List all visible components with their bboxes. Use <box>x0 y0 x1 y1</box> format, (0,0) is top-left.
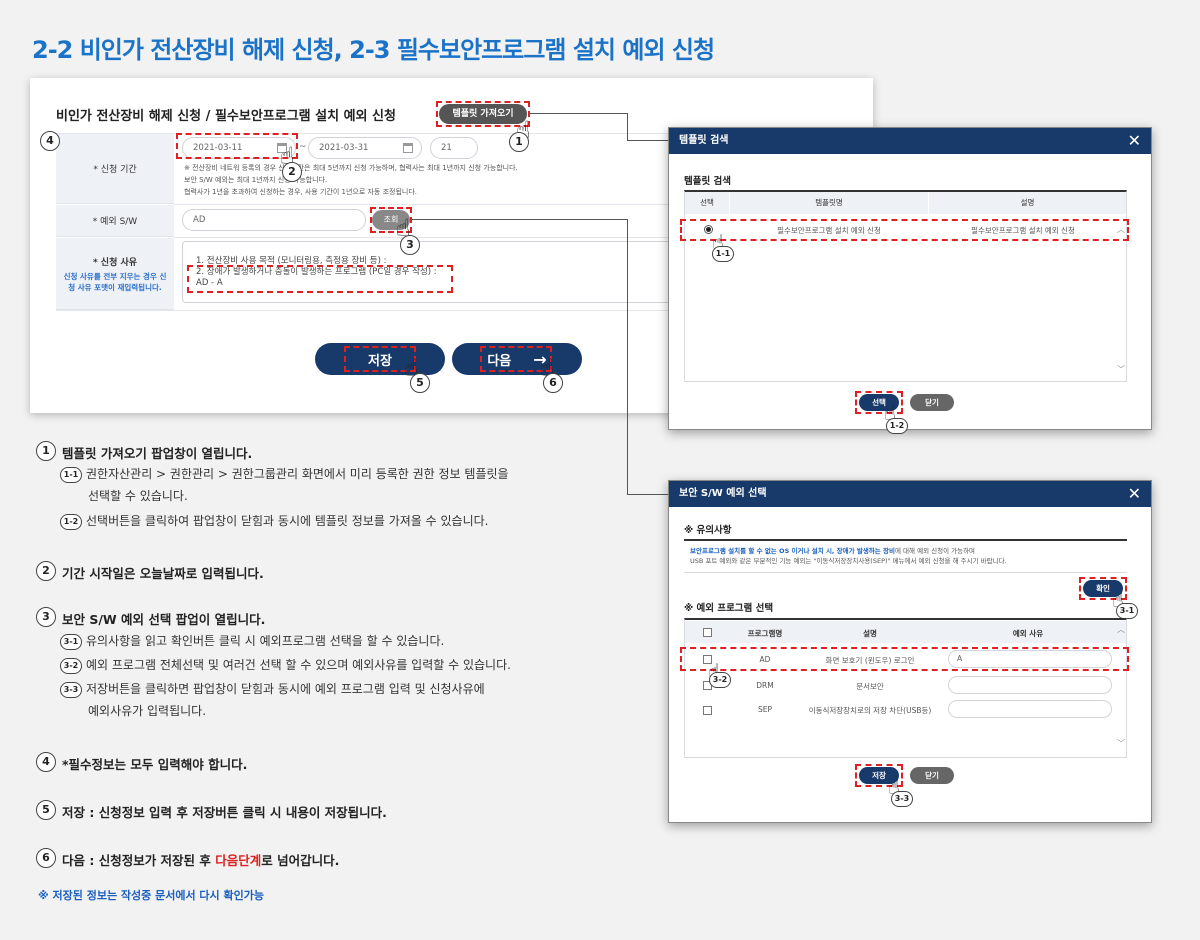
period-note: ※ 전산장비 네트워 등록의 경우 신청기간은 최대 5년까지 신청 가능하며,… <box>184 164 518 196</box>
program-row-desc: 문서보안 <box>856 682 884 691</box>
program-close-button[interactable]: 닫기 <box>910 767 954 784</box>
marker-3-1: 3-1 <box>1116 603 1138 619</box>
program-row-name: DRM <box>756 681 774 690</box>
explanation-1-2: 선택버튼을 클릭하여 팝업창이 닫힘과 동시에 템플릿 정보를 가져올 수 있습… <box>86 514 489 528</box>
marker-4: 4 <box>36 752 56 772</box>
col-program-name: 프로그램명 <box>747 629 783 638</box>
template-close-button[interactable]: 닫기 <box>910 394 954 411</box>
reason-note: 신청 사유를 전부 지우는 경우 신청 사유 포맷이 재입력됩니다. <box>63 271 167 292</box>
marker-3: 3 <box>36 607 56 627</box>
connector-line <box>530 113 627 114</box>
marker-3: 3 <box>400 235 420 255</box>
notice-text: 보안프로그램 설치를 할 수 없는 OS 이거나 설치 시, 장애가 발생하는 … <box>690 547 1007 565</box>
col-program-desc: 설명 <box>863 629 877 638</box>
marker-2: 2 <box>36 561 56 581</box>
explanation-4: *필수정보는 모두 입력해야 합니다. <box>62 757 248 772</box>
connector-line <box>627 494 668 495</box>
connector-line <box>627 113 628 141</box>
form-title: 비인가 전산장비 해제 신청 / 필수보안프로그램 설치 예외 신청 <box>56 109 396 124</box>
marker-1-1: 1-1 <box>60 467 82 483</box>
col-description: 설명 <box>929 192 1126 214</box>
marker-3-2: 3-2 <box>60 658 82 674</box>
period-label: * 신청 기간 <box>56 134 174 204</box>
connector-line <box>412 219 627 220</box>
explanation-2: 기간 시작일은 오늘날짜로 입력됩니다. <box>62 566 264 581</box>
next-step-highlight: 다음단계 <box>215 853 262 868</box>
marker-3-1: 3-1 <box>60 634 82 650</box>
scroll-down-icon[interactable]: ﹀ <box>1117 364 1125 375</box>
page-title: 2-2 비인가 전산장비 해제 신청, 2-3 필수보안프로그램 설치 예외 신… <box>32 36 715 64</box>
marker-4: 4 <box>40 131 60 151</box>
marker-6: 6 <box>36 848 56 868</box>
marker-3-2: 3-2 <box>709 672 731 688</box>
marker-3-3: 3-3 <box>891 791 913 807</box>
exception-sw-input[interactable]: AD <box>182 209 366 231</box>
program-reason-input[interactable] <box>948 700 1112 718</box>
date-end-input[interactable]: 2021-03-31 <box>308 137 422 159</box>
explanation-3-2: 예외 프로그램 전체선택 및 여러건 선택 할 수 있으며 예외사유를 입력할 … <box>86 658 511 672</box>
explanation-3: 보안 S/W 예외 선택 팝업이 열립니다. <box>62 612 266 627</box>
footnote: ※ 저장된 정보는 작성중 문서에서 다시 확인가능 <box>38 889 264 902</box>
connector-line <box>627 219 628 495</box>
col-template-name: 템플릿명 <box>730 192 928 214</box>
scroll-down-icon[interactable]: ﹀ <box>1117 738 1125 749</box>
col-select: 선택 <box>685 192 729 214</box>
marker-1-2: 1-2 <box>60 514 82 530</box>
explanation-3-3: 저장버튼을 클릭하면 팝업창이 닫힘과 동시에 예외 프로그램 입력 및 신청사… <box>86 682 485 718</box>
marker-3-3: 3-3 <box>60 682 82 698</box>
marker-6: 6 <box>543 373 563 393</box>
calendar-icon <box>403 143 413 153</box>
marker-1: 1 <box>509 132 529 152</box>
explanation-1: 템플릿 가져오기 팝업창이 열립니다. <box>62 446 253 461</box>
scroll-up-icon[interactable]: ︿ <box>1117 624 1125 635</box>
connector-line <box>627 140 668 141</box>
explanation-5: 저장 : 신청정보 입력 후 저장버튼 클릭 시 내용이 저장됩니다. <box>62 805 387 820</box>
col-exception-reason: 예외 사유 <box>1012 629 1044 638</box>
sw-label: * 예외 S/W <box>56 205 174 237</box>
days-count-input[interactable]: 21 <box>430 137 478 159</box>
explanation-3-1: 유의사항을 읽고 확인버튼 클릭 시 예외프로그램 선택을 할 수 있습니다. <box>86 634 445 648</box>
program-section-title: ※ 예외 프로그램 선택 <box>684 603 774 614</box>
explanation-1-1: 권한자산관리 > 권한관리 > 권한그룹관리 화면에서 미리 등록한 권한 정보… <box>86 467 509 503</box>
marker-1-2: 1-2 <box>886 418 908 434</box>
highlight-reason <box>187 265 453 293</box>
highlight-template-row <box>680 219 1129 241</box>
marker-5: 5 <box>36 800 56 820</box>
marker-1-1: 1-1 <box>712 246 734 262</box>
explanation-6: 다음 : 신청정보가 저장된 후 다음단계로 넘어갑니다. <box>62 853 340 868</box>
popup-header: 템플릿 검색 ✕ <box>669 128 1151 154</box>
notice-title: ※ 유의사항 <box>684 525 732 536</box>
template-section-title: 템플릿 검색 <box>684 176 732 187</box>
reason-label: * 신청 사유 신청 사유를 전부 지우는 경우 신청 사유 포맷이 재입력됩니… <box>56 238 174 310</box>
highlight-program-row <box>680 647 1129 671</box>
program-reason-input[interactable] <box>948 676 1112 694</box>
marker-5: 5 <box>410 373 430 393</box>
select-all-checkbox[interactable] <box>703 628 712 637</box>
program-row-name: SEP <box>757 705 773 714</box>
close-icon[interactable]: ✕ <box>1128 128 1141 154</box>
marker-2: 2 <box>282 162 302 182</box>
program-checkbox-sep[interactable] <box>703 706 712 715</box>
program-row-desc: 이동식저장장치로의 저장 차단(USB등) <box>808 706 932 715</box>
marker-1: 1 <box>36 441 56 461</box>
date-separator: ~ <box>299 142 307 152</box>
close-icon[interactable]: ✕ <box>1128 481 1141 507</box>
popup-header: 보안 S/W 예외 선택 ✕ <box>669 481 1151 507</box>
